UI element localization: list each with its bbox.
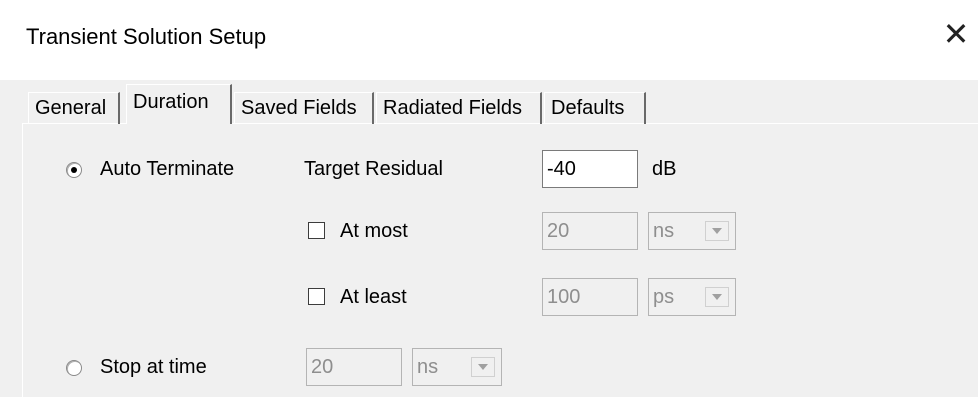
stop-at-time-radio[interactable]	[66, 360, 82, 376]
stop-at-time-label: Stop at time	[100, 356, 207, 378]
at-least-input[interactable]: 100	[542, 278, 638, 316]
window-title: Transient Solution Setup	[26, 24, 267, 49]
at-most-unit-value: ns	[653, 220, 675, 242]
at-least-unit-select[interactable]: ps	[648, 278, 736, 316]
target-residual-label: Target Residual	[304, 158, 443, 180]
at-most-input[interactable]: 20	[542, 212, 638, 250]
chevron-down-icon[interactable]	[705, 221, 729, 241]
target-residual-unit: dB	[652, 158, 677, 180]
tab-saved-fields[interactable]: Saved Fields	[234, 92, 374, 124]
title-bar: Transient Solution Setup ✕	[0, 0, 978, 80]
auto-terminate-label: Auto Terminate	[100, 158, 235, 180]
stop-at-time-unit-value: ns	[417, 356, 439, 378]
at-least-unit-value: ps	[653, 286, 675, 308]
radio-selected-dot	[71, 167, 77, 173]
tab-duration[interactable]: Duration	[126, 84, 232, 124]
at-most-unit-select[interactable]: ns	[648, 212, 736, 250]
auto-terminate-radio[interactable]	[66, 162, 82, 178]
chevron-down-icon[interactable]	[705, 287, 729, 307]
at-most-label: At most	[340, 220, 408, 242]
at-least-checkbox[interactable]	[308, 288, 325, 305]
chevron-down-icon[interactable]	[471, 357, 495, 377]
target-residual-input[interactable]: -40	[542, 150, 638, 188]
at-least-label: At least	[340, 286, 407, 308]
tab-general[interactable]: General	[28, 92, 120, 124]
stop-at-time-input[interactable]: 20	[306, 348, 402, 386]
stop-at-time-unit-select[interactable]: ns	[412, 348, 502, 386]
at-most-checkbox[interactable]	[308, 222, 325, 239]
close-icon[interactable]: ✕	[936, 14, 976, 54]
tab-radiated-fields[interactable]: Radiated Fields	[376, 92, 542, 124]
tab-defaults[interactable]: Defaults	[544, 92, 646, 124]
